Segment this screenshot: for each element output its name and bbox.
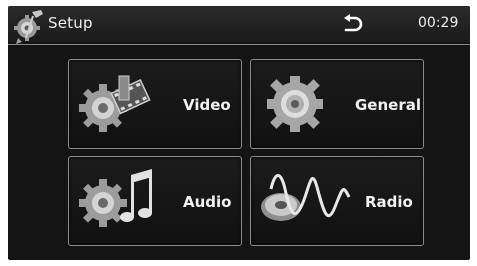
video-gear-icon: [79, 75, 151, 132]
general-gear-icon: [267, 76, 323, 132]
audio-label: Audio: [183, 193, 232, 211]
setup-screen: Setup 00:29 Video General Audio Radio: [8, 6, 470, 260]
back-arrow-icon[interactable]: [340, 13, 364, 35]
audio-tile[interactable]: Audio: [68, 156, 242, 246]
general-tile[interactable]: General: [250, 59, 424, 149]
audio-gear-icon: [79, 169, 152, 227]
title-bar-divider: [8, 44, 470, 45]
clock: 00:29: [418, 15, 459, 31]
setup-tools-icon: [14, 10, 43, 44]
video-label: Video: [183, 96, 231, 114]
radio-label: Radio: [365, 193, 413, 211]
radio-tile[interactable]: Radio: [250, 156, 424, 246]
general-label: General: [355, 96, 421, 114]
radio-wave-icon: [261, 174, 351, 221]
page-title: Setup: [48, 14, 93, 32]
video-tile[interactable]: Video: [68, 59, 242, 149]
